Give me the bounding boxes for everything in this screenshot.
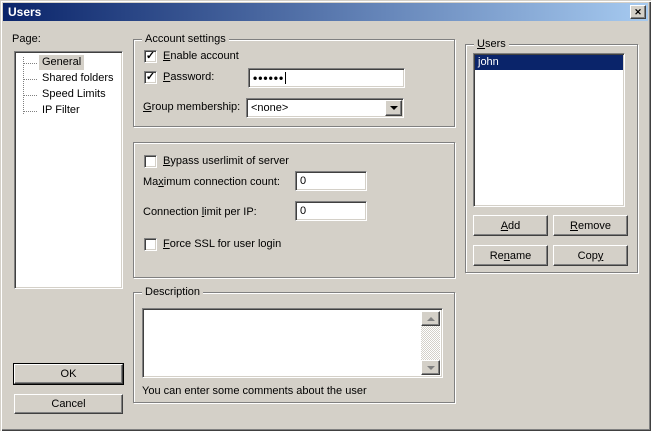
tree-branch-line (23, 71, 37, 80)
group-membership-dropdown-button[interactable] (385, 100, 402, 116)
checkmark-icon: ✓ (146, 72, 155, 83)
scroll-down-button[interactable] (421, 360, 440, 375)
ok-button[interactable]: OK (14, 364, 123, 384)
users-list-items: john (475, 55, 623, 205)
connection-limit-per-ip-label: Connection limit per IP: (143, 206, 257, 219)
close-icon: ✕ (634, 8, 642, 17)
cancel-button-label: Cancel (51, 398, 85, 410)
page-tree-item[interactable]: Speed Limits (16, 87, 121, 103)
remove-user-button[interactable]: Remove (553, 215, 628, 236)
description-hint: You can enter some comments about the us… (142, 385, 367, 398)
password-input[interactable]: •••••• (248, 68, 405, 88)
group-membership-label: Group membership: (143, 101, 240, 114)
user-list-item-label: john (478, 56, 499, 68)
page-tree[interactable]: General Shared folders Speed Limits (14, 51, 123, 289)
copy-user-button-label: Copy (578, 250, 604, 262)
connection-limit-per-ip-value: 0 (300, 205, 306, 217)
enable-account-checkbox[interactable]: ✓ (144, 50, 157, 63)
rename-user-button[interactable]: Rename (473, 245, 548, 266)
group-membership-select[interactable]: <none> (246, 98, 404, 118)
password-label: Password: (163, 71, 214, 84)
scroll-up-button[interactable] (421, 311, 440, 326)
connection-limit-per-ip-input[interactable]: 0 (295, 201, 367, 221)
page-tree-item-label: IP Filter (39, 103, 83, 118)
page-tree-item[interactable]: IP Filter (16, 103, 121, 119)
bypass-userlimit-checkbox[interactable] (144, 155, 157, 168)
users-list[interactable]: john (473, 53, 625, 207)
rename-user-button-label: Rename (490, 250, 532, 262)
tree-branch-line (23, 103, 37, 112)
page-label: Page: (12, 33, 41, 46)
tree-branch-line (23, 55, 37, 64)
page-tree-item-label: Shared folders (39, 71, 117, 86)
arrow-down-icon (427, 366, 435, 370)
page-tree-item[interactable]: General (16, 55, 121, 71)
window-title: Users (3, 5, 41, 19)
user-list-item[interactable]: john (475, 55, 623, 70)
group-membership-value: <none> (251, 102, 288, 115)
checkmark-icon: ✓ (146, 51, 155, 62)
page-tree-item-label: General (39, 55, 84, 70)
users-group-title: Users (474, 38, 509, 51)
enable-account-label: Enable account (163, 50, 239, 63)
description-scrollbar[interactable] (421, 311, 440, 375)
max-connection-count-label: Maximum connection count: (143, 176, 280, 189)
add-user-button-label: Add (501, 220, 521, 232)
text-caret (285, 72, 286, 84)
close-button[interactable]: ✕ (630, 5, 646, 19)
max-connection-count-value: 0 (300, 175, 306, 187)
description-textarea[interactable] (142, 308, 443, 378)
page-tree-items: General Shared folders Speed Limits (16, 55, 121, 119)
page-tree-item[interactable]: Shared folders (16, 71, 121, 87)
force-ssl-label: Force SSL for user login (163, 238, 281, 251)
remove-user-button-label: Remove (570, 220, 611, 232)
tree-branch-line (23, 87, 37, 96)
password-checkbox[interactable]: ✓ (144, 71, 157, 84)
page-tree-item-label: Speed Limits (39, 87, 109, 102)
add-user-button[interactable]: Add (473, 215, 548, 236)
copy-user-button[interactable]: Copy (553, 245, 628, 266)
chevron-down-icon (390, 106, 398, 110)
description-title: Description (142, 286, 203, 299)
force-ssl-checkbox[interactable] (144, 238, 157, 251)
titlebar[interactable]: Users ✕ (3, 3, 648, 21)
account-settings-title: Account settings (142, 33, 229, 46)
page-tree-inner: General Shared folders Speed Limits (16, 53, 121, 287)
ok-button-label: OK (61, 368, 77, 380)
max-connection-count-input[interactable]: 0 (295, 171, 367, 191)
users-dialog: Users ✕ Page: General Shared folders (0, 0, 651, 431)
bypass-userlimit-label: Bypass userlimit of server (163, 155, 289, 168)
password-masked-value: •••••• (253, 73, 284, 83)
cancel-button[interactable]: Cancel (14, 394, 123, 414)
arrow-up-icon (427, 317, 435, 321)
